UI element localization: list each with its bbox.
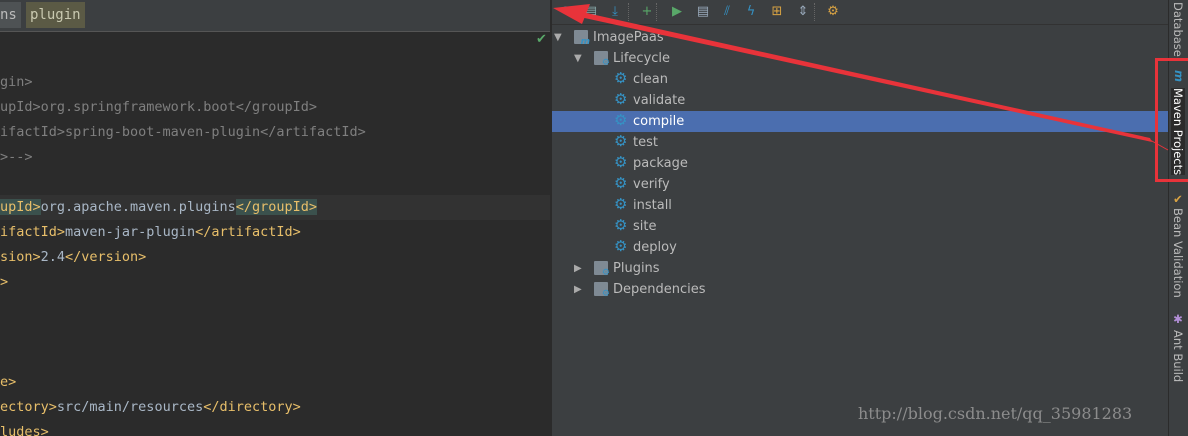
- watermark: http://blog.csdn.net/qq_35981283: [858, 404, 1133, 423]
- arrow-tail: [1149, 139, 1169, 151]
- red-arrow-annotation: [553, 4, 1169, 151]
- arrow-head: [553, 4, 590, 24]
- arrow-shaft: [580, 12, 1152, 142]
